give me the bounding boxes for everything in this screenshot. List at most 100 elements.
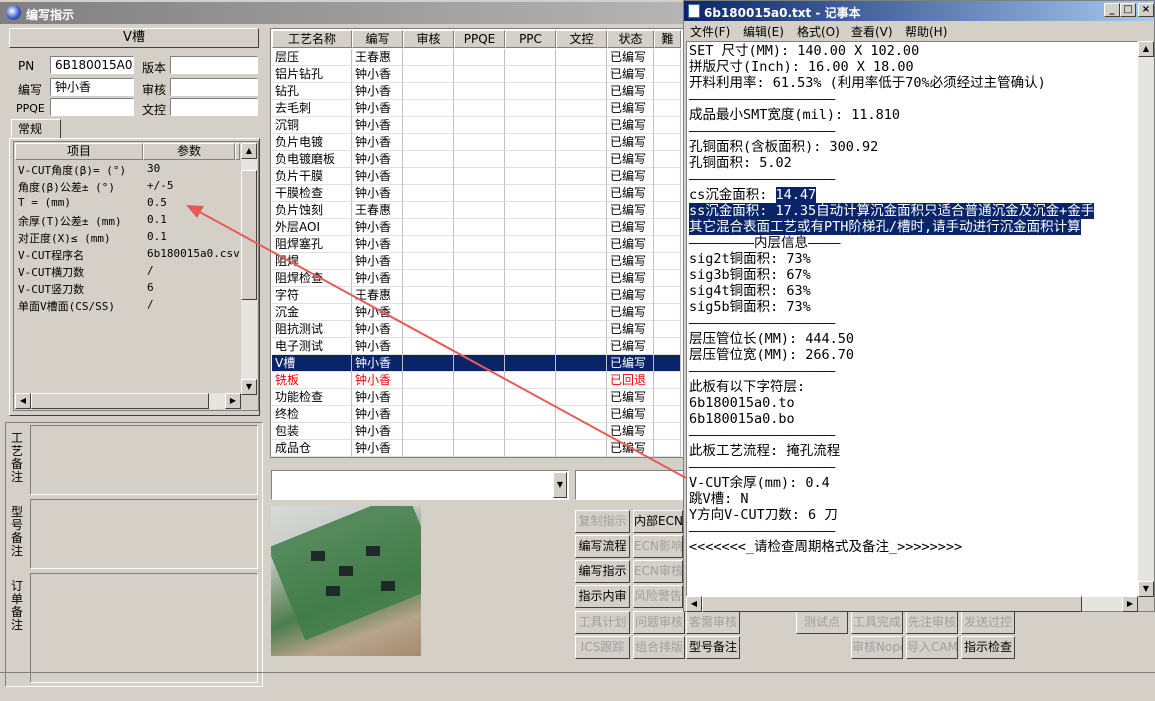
import-cam-button[interactable]: 导入CAM	[906, 636, 958, 659]
process-row[interactable]: 阻焊塞孔 钟小香 已编写	[272, 236, 684, 253]
scroll-right-icon[interactable]: ▶	[1122, 596, 1138, 612]
menu-view[interactable]: 查看(V)	[851, 23, 893, 40]
process-note-box[interactable]	[30, 425, 258, 495]
process-row[interactable]: 铣板 钟小香 已回退	[272, 372, 684, 389]
param-row[interactable]: V-CUT竖刀数 6	[15, 280, 239, 297]
process-row[interactable]: 层压 王春惠 已编写	[272, 49, 684, 66]
scroll-thumb[interactable]	[241, 170, 257, 300]
review-nope-button[interactable]: 审核Nope	[851, 636, 903, 659]
menu-format[interactable]: 格式(O)	[797, 23, 840, 40]
process-header-col[interactable]: 审核	[403, 30, 454, 48]
write-instr-button[interactable]: 编写指示	[575, 560, 630, 583]
process-row[interactable]: V槽 钟小香 已编写	[272, 355, 684, 372]
process-header-col[interactable]: 工艺名称	[272, 30, 352, 48]
process-row[interactable]: 字符 王春惠 已编写	[272, 287, 684, 304]
process-row[interactable]: 铝片钻孔 钟小香 已编写	[272, 66, 684, 83]
scroll-up-icon[interactable]: ▲	[241, 143, 257, 159]
process-header-col[interactable]: 状态	[607, 30, 654, 48]
close-icon[interactable]: ×	[1138, 3, 1154, 17]
process-header-col[interactable]: 文控	[556, 30, 607, 48]
process-row[interactable]: 负片蚀刻 王春惠 已编写	[272, 202, 684, 219]
scroll-down-icon[interactable]: ▼	[1138, 581, 1154, 597]
notepad-text-area[interactable]: SET 尺寸(MM): 140.00 X 102.00 拼版尺寸(Inch): 1…	[686, 41, 1138, 597]
process-row[interactable]: 包装 钟小香 已编写	[272, 423, 684, 440]
process-row[interactable]: 终检 钟小香 已编写	[272, 406, 684, 423]
process-row[interactable]: 去毛刺 钟小香 已编写	[272, 100, 684, 117]
review-field[interactable]	[170, 78, 258, 96]
process-header-col[interactable]: 難	[654, 30, 681, 48]
instr-content-button[interactable]: 指示内审	[575, 585, 630, 608]
process-row[interactable]: 成品仓 钟小香 已编写	[272, 440, 684, 457]
ecn-impact-button[interactable]: ECN影响	[633, 535, 683, 558]
process-row[interactable]: 沉铜 钟小香 已编写	[272, 117, 684, 134]
param-row[interactable]: 单面V槽面(CS/SS) /	[15, 297, 239, 314]
process-name: 阻抗测试	[272, 321, 352, 338]
risk-alert-button[interactable]: 风险警告	[633, 585, 683, 608]
notepad-vscroll[interactable]: ▲ ▼	[1138, 41, 1154, 597]
scroll-right-icon[interactable]: ▶	[225, 393, 241, 409]
preflow-review-button[interactable]: 先注审核	[906, 611, 958, 634]
hscroll-thumb[interactable]	[702, 596, 1082, 612]
process-row[interactable]: 阻抗测试 钟小香 已编写	[272, 321, 684, 338]
pn-field[interactable]: 6B180015A0	[50, 56, 134, 74]
tool-done-button[interactable]: 工具完成	[851, 611, 903, 634]
process-combo[interactable]: ▼	[271, 470, 569, 500]
process-row[interactable]: 阻焊 钟小香 已编写	[272, 253, 684, 270]
test-point-button[interactable]: 测试点	[796, 611, 848, 634]
process-row[interactable]: 钻孔 钟小香 已编写	[272, 83, 684, 100]
process-row[interactable]: 沉金 钟小香 已编写	[272, 304, 684, 321]
param-row[interactable]: 角度(β)公差± (°) +/-5	[15, 178, 239, 195]
proof-field[interactable]	[170, 98, 258, 116]
ecn-review-button[interactable]: ECN审核	[633, 560, 683, 583]
chevron-down-icon[interactable]: ▼	[553, 472, 567, 498]
param-row[interactable]: 对正度(X)≤ (mm) 0.1	[15, 229, 239, 246]
param-row[interactable]: V-CUT程序名 6b180015a0.csv	[15, 246, 240, 263]
scroll-left-icon[interactable]: ◀	[15, 393, 31, 409]
send-filter-button[interactable]: 发送过控	[961, 611, 1015, 634]
order-note-box[interactable]	[30, 573, 258, 683]
issue-review-button[interactable]: 问题审核	[633, 611, 685, 634]
menu-file[interactable]: 文件(F)	[690, 23, 730, 40]
process-row[interactable]: 负片干膜 钟小香 已编写	[272, 168, 684, 185]
scroll-down-icon[interactable]: ▼	[241, 379, 257, 395]
param-row[interactable]: 余厚(T)公差± (mm) 0.1	[15, 212, 239, 229]
param-hscroll[interactable]: ◀ ▶	[15, 393, 241, 409]
menu-help[interactable]: 帮助(H)	[905, 23, 947, 40]
instr-check-button[interactable]: 指示检查	[961, 636, 1015, 659]
secondary-combo[interactable]	[575, 470, 685, 500]
writer-field[interactable]: 钟小香	[50, 78, 134, 96]
param-row[interactable]: V-CUT横刀数 /	[15, 263, 239, 280]
process-header-col[interactable]: PPC	[505, 30, 556, 48]
process-header-col[interactable]: 编写	[352, 30, 403, 48]
copy-instr-button[interactable]: 复制指示	[575, 510, 630, 533]
version-field[interactable]	[170, 56, 258, 74]
param-vscroll[interactable]: ▲ ▼	[241, 143, 257, 395]
customer-review-button[interactable]: 客需审核	[686, 611, 740, 634]
process-row[interactable]: 负电镀磨板 钟小香 已编写	[272, 151, 684, 168]
tab-normal[interactable]: 常规	[11, 119, 61, 139]
internal-ecn-button[interactable]: 内部ECN	[633, 510, 683, 533]
process-header-col[interactable]: PPQE	[454, 30, 505, 48]
tool-plan-button[interactable]: 工具计划	[575, 611, 630, 634]
combo-layout-button[interactable]: 组合排版	[633, 636, 685, 659]
param-row[interactable]: V-CUT角度(β)= (°) 30	[15, 161, 239, 178]
process-row[interactable]: 阻焊检查 钟小香 已编写	[272, 270, 684, 287]
scroll-up-icon[interactable]: ▲	[1138, 41, 1154, 57]
minimize-icon[interactable]: _	[1104, 3, 1120, 17]
maximize-icon[interactable]: □	[1120, 3, 1136, 17]
process-row[interactable]: 电子测试 钟小香 已编写	[272, 338, 684, 355]
ppqe-field[interactable]	[50, 98, 134, 116]
process-row[interactable]: 外层AOI 钟小香 已编写	[272, 219, 684, 236]
process-row[interactable]: 功能检查 钟小香 已编写	[272, 389, 684, 406]
scroll-left-icon[interactable]: ◀	[686, 596, 702, 612]
param-row[interactable]: T = (mm) 0.5	[15, 195, 239, 212]
menu-edit[interactable]: 编辑(E)	[743, 23, 784, 40]
notepad-hscroll[interactable]: ◀ ▶	[686, 596, 1138, 612]
process-row[interactable]: 负片电镀 钟小香 已编写	[272, 134, 684, 151]
model-note-box[interactable]	[30, 499, 258, 569]
write-flow-button[interactable]: 编写流程	[575, 535, 630, 558]
hscroll-thumb[interactable]	[31, 393, 209, 409]
process-row[interactable]: 干膜检查 钟小香 已编写	[272, 185, 684, 202]
ics-track-button[interactable]: ICS跟踪	[575, 636, 630, 659]
model-note-button[interactable]: 型号备注	[686, 636, 740, 659]
